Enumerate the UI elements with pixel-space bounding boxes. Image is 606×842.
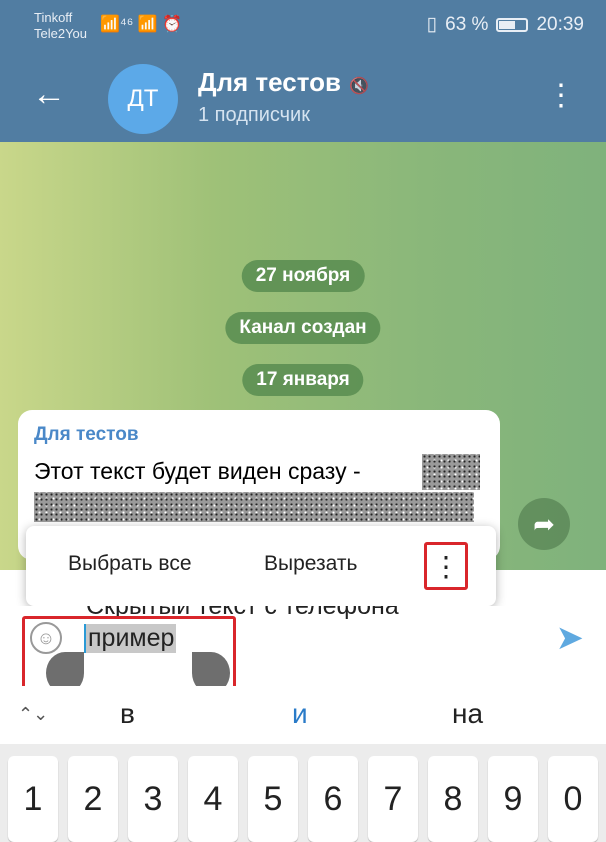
channel-title-text: Для тестов: [198, 67, 341, 97]
carrier-2: Tele2You: [34, 26, 88, 41]
send-icon[interactable]: ➤: [556, 618, 585, 658]
battery-percent: 63 %: [445, 13, 489, 35]
carrier-1: Tinkoff: [34, 10, 73, 25]
key-1[interactable]: 1: [8, 756, 58, 842]
spoiler-block[interactable]: [34, 492, 474, 522]
message-input-area: Скрытый текст с телефона ☺ пример ➤: [0, 606, 606, 704]
share-icon[interactable]: ➦: [518, 498, 570, 550]
key-3[interactable]: 3: [128, 756, 178, 842]
key-4[interactable]: 4: [188, 756, 238, 842]
chat-header: ← ДТ Для тестов 🔇 1 подписчик ⋮: [0, 52, 606, 142]
context-more-icon[interactable]: ⋮: [424, 542, 468, 590]
channel-title[interactable]: Для тестов 🔇: [198, 67, 369, 98]
chat-area: 27 ноября Канал создан 17 января Для тес…: [0, 142, 606, 570]
select-all-button[interactable]: Выбрать все: [68, 552, 192, 576]
subscriber-count: 1 подписчик: [198, 104, 310, 126]
key-6[interactable]: 6: [308, 756, 358, 842]
suggestion-item[interactable]: в: [120, 698, 135, 730]
battery-icon: [496, 17, 529, 32]
key-7[interactable]: 7: [368, 756, 418, 842]
suggestion-item[interactable]: на: [452, 698, 483, 730]
carrier-labels: Tinkoff Tele2You: [34, 10, 87, 42]
cut-button[interactable]: Вырезать: [264, 552, 357, 576]
date-badge: 27 ноября: [241, 260, 365, 292]
status-right: ▯ 63 % 20:39: [427, 13, 584, 36]
text-context-menu: Выбрать все Вырезать ⋮: [26, 526, 496, 606]
status-bar: Tinkoff Tele2You 📶⁴⁶ 📶 ⏰ ▯ 63 % 20:39: [0, 0, 606, 52]
signal-icon: 📶⁴⁶ 📶 ⏰: [100, 16, 183, 33]
mute-icon: 🔇: [349, 78, 369, 95]
spoiler-block[interactable]: [422, 454, 480, 490]
expand-suggestions-icon[interactable]: ⌃⌄: [18, 704, 48, 725]
message-text: Этот текст будет виден сразу -: [34, 458, 361, 484]
key-8[interactable]: 8: [428, 756, 478, 842]
keyboard-suggestions: ⌃⌄ в и на: [0, 686, 606, 744]
service-message: Канал создан: [225, 312, 381, 344]
avatar[interactable]: ДТ: [108, 64, 178, 134]
clock: 20:39: [536, 13, 584, 35]
key-2[interactable]: 2: [68, 756, 118, 842]
suggestion-item[interactable]: и: [292, 698, 308, 730]
keyboard: 1 2 3 4 5 6 7 8 9 0: [0, 744, 606, 842]
key-9[interactable]: 9: [488, 756, 538, 842]
vibrate-icon: ▯: [426, 14, 438, 35]
key-5[interactable]: 5: [248, 756, 298, 842]
more-menu-icon[interactable]: ⋮: [546, 78, 576, 114]
back-arrow-icon[interactable]: ←: [32, 74, 66, 114]
date-badge: 17 января: [242, 364, 364, 396]
key-0[interactable]: 0: [548, 756, 598, 842]
message-author: Для тестов: [34, 424, 139, 445]
